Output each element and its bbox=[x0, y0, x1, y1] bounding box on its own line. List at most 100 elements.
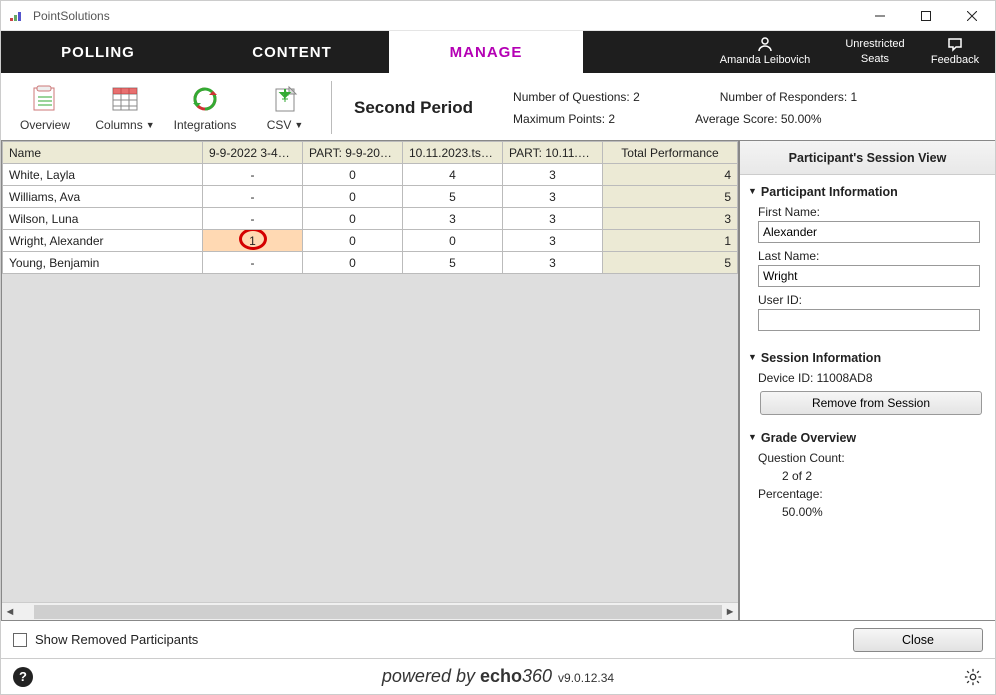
cell-value[interactable]: 5 bbox=[603, 186, 738, 208]
cell-name[interactable]: Williams, Ava bbox=[3, 186, 203, 208]
section-session-info[interactable]: ▼Session Information bbox=[748, 351, 985, 365]
table-row[interactable]: Young, Benjamin-0535 bbox=[3, 252, 738, 274]
powered-by: powered by echo360v9.0.12.34 bbox=[33, 666, 963, 687]
csv-button[interactable]: CSV▼ bbox=[245, 75, 325, 140]
cell-value[interactable]: 5 bbox=[403, 186, 503, 208]
scroll-right-arrow[interactable]: ► bbox=[722, 604, 738, 620]
cell-value[interactable]: - bbox=[203, 208, 303, 230]
percentage-value: 50.00% bbox=[782, 505, 985, 519]
percentage-label: Percentage: bbox=[758, 487, 985, 501]
question-count-label: Question Count: bbox=[758, 451, 985, 465]
cell-value[interactable]: 0 bbox=[303, 186, 403, 208]
cell-value[interactable]: 0 bbox=[303, 164, 403, 186]
question-count-value: 2 of 2 bbox=[782, 469, 985, 483]
cell-value[interactable]: 3 bbox=[503, 252, 603, 274]
stat-responders: Number of Responders: 1 bbox=[720, 90, 857, 104]
cell-value[interactable]: 1 bbox=[603, 230, 738, 252]
cell-value[interactable]: 3 bbox=[403, 208, 503, 230]
tab-polling[interactable]: POLLING bbox=[1, 31, 195, 73]
feedback-button[interactable]: Feedback bbox=[915, 31, 995, 73]
cell-value[interactable]: - bbox=[203, 164, 303, 186]
col-c3[interactable]: 10.11.2023.tst 1... bbox=[403, 142, 503, 164]
cell-value[interactable]: 5 bbox=[403, 252, 503, 274]
cell-value[interactable]: - bbox=[203, 186, 303, 208]
table-row[interactable]: Williams, Ava-0535 bbox=[3, 186, 738, 208]
stat-questions: Number of Questions: 2 bbox=[513, 90, 640, 104]
cell-value[interactable]: 3 bbox=[503, 208, 603, 230]
user-id-input[interactable] bbox=[758, 309, 980, 331]
columns-button[interactable]: Columns▼ bbox=[85, 75, 165, 140]
section-participant-info[interactable]: ▼Participant Information bbox=[748, 185, 985, 199]
remove-from-session-button[interactable]: Remove from Session bbox=[760, 391, 982, 415]
scroll-left-arrow[interactable]: ◄ bbox=[2, 604, 18, 620]
window-title: PointSolutions bbox=[33, 9, 110, 23]
first-name-input[interactable] bbox=[758, 221, 980, 243]
table-row[interactable]: White, Layla-0434 bbox=[3, 164, 738, 186]
overview-button[interactable]: Overview bbox=[5, 75, 85, 140]
cell-value[interactable]: 3 bbox=[603, 208, 738, 230]
last-name-input[interactable] bbox=[758, 265, 980, 287]
minimize-button[interactable] bbox=[857, 1, 903, 31]
panel-heading: Participant's Session View bbox=[740, 141, 995, 175]
cell-name[interactable]: Young, Benjamin bbox=[3, 252, 203, 274]
table-row[interactable]: Wilson, Luna-0333 bbox=[3, 208, 738, 230]
tab-content[interactable]: CONTENT bbox=[195, 31, 389, 73]
overview-icon bbox=[29, 84, 61, 114]
help-icon[interactable]: ? bbox=[13, 667, 33, 687]
footer: ? powered by echo360v9.0.12.34 bbox=[1, 658, 995, 694]
cell-name[interactable]: White, Layla bbox=[3, 164, 203, 186]
section-grade-overview[interactable]: ▼Grade Overview bbox=[748, 431, 985, 445]
show-removed-checkbox[interactable] bbox=[13, 633, 27, 647]
col-name[interactable]: Name bbox=[3, 142, 203, 164]
tab-manage[interactable]: MANAGE bbox=[389, 31, 583, 73]
col-c1[interactable]: 9-9-2022 3-48 PM bbox=[203, 142, 303, 164]
horizontal-scrollbar[interactable]: ◄ ► bbox=[2, 602, 738, 620]
integrations-button[interactable]: Integrations bbox=[165, 75, 245, 140]
toolbar-divider bbox=[331, 81, 332, 134]
cell-value[interactable]: 1 bbox=[203, 230, 303, 252]
cell-value[interactable]: 3 bbox=[503, 186, 603, 208]
col-c2[interactable]: PART: 9-9-2022 ... bbox=[303, 142, 403, 164]
cell-value[interactable]: 4 bbox=[403, 164, 503, 186]
seats-info[interactable]: Unrestricted Seats bbox=[835, 31, 915, 73]
device-id: Device ID: 11008AD8 bbox=[758, 371, 985, 385]
first-name-label: First Name: bbox=[758, 205, 985, 219]
main-tabs: POLLING CONTENT MANAGE Amanda Leibovich … bbox=[1, 31, 995, 73]
stat-avgscore: Average Score: 50.00% bbox=[695, 112, 822, 126]
cell-value[interactable]: 3 bbox=[503, 230, 603, 252]
results-table[interactable]: Name 9-9-2022 3-48 PM PART: 9-9-2022 ...… bbox=[2, 141, 738, 274]
cell-name[interactable]: Wilson, Luna bbox=[3, 208, 203, 230]
user-menu[interactable]: Amanda Leibovich bbox=[695, 31, 835, 73]
bottom-bar: Show Removed Participants Close bbox=[1, 620, 995, 658]
collapse-icon: ▼ bbox=[748, 432, 757, 442]
cell-value[interactable]: 0 bbox=[303, 208, 403, 230]
collapse-icon: ▼ bbox=[748, 186, 757, 196]
highlight-circle bbox=[239, 230, 267, 251]
cell-value[interactable]: 0 bbox=[303, 252, 403, 274]
csv-icon bbox=[269, 84, 301, 114]
cell-name[interactable]: Wright, Alexander bbox=[3, 230, 203, 252]
cell-value[interactable]: 3 bbox=[503, 164, 603, 186]
toolbar: Overview Columns▼ Integrations CSV▼ bbox=[1, 73, 995, 141]
results-pane: Name 9-9-2022 3-48 PM PART: 9-9-2022 ...… bbox=[1, 141, 739, 620]
cell-value[interactable]: - bbox=[203, 252, 303, 274]
col-total[interactable]: Total Performance bbox=[603, 142, 738, 164]
table-row[interactable]: Wright, Alexander10031 bbox=[3, 230, 738, 252]
settings-icon[interactable] bbox=[963, 667, 983, 687]
close-window-button[interactable] bbox=[949, 1, 995, 31]
cell-value[interactable]: 4 bbox=[603, 164, 738, 186]
cell-value[interactable]: 5 bbox=[603, 252, 738, 274]
close-button[interactable]: Close bbox=[853, 628, 983, 652]
scroll-thumb[interactable] bbox=[34, 605, 722, 619]
cell-value[interactable]: 0 bbox=[403, 230, 503, 252]
user-icon bbox=[757, 36, 773, 52]
table-empty-area bbox=[2, 274, 738, 602]
titlebar: PointSolutions bbox=[1, 1, 995, 31]
participant-panel: Participant's Session View ▼Participant … bbox=[739, 141, 995, 620]
cell-value[interactable]: 0 bbox=[303, 230, 403, 252]
chevron-down-icon: ▼ bbox=[146, 120, 155, 130]
collapse-icon: ▼ bbox=[748, 352, 757, 362]
maximize-button[interactable] bbox=[903, 1, 949, 31]
col-c4[interactable]: PART: 10.11.202... bbox=[503, 142, 603, 164]
feedback-icon bbox=[947, 36, 963, 52]
